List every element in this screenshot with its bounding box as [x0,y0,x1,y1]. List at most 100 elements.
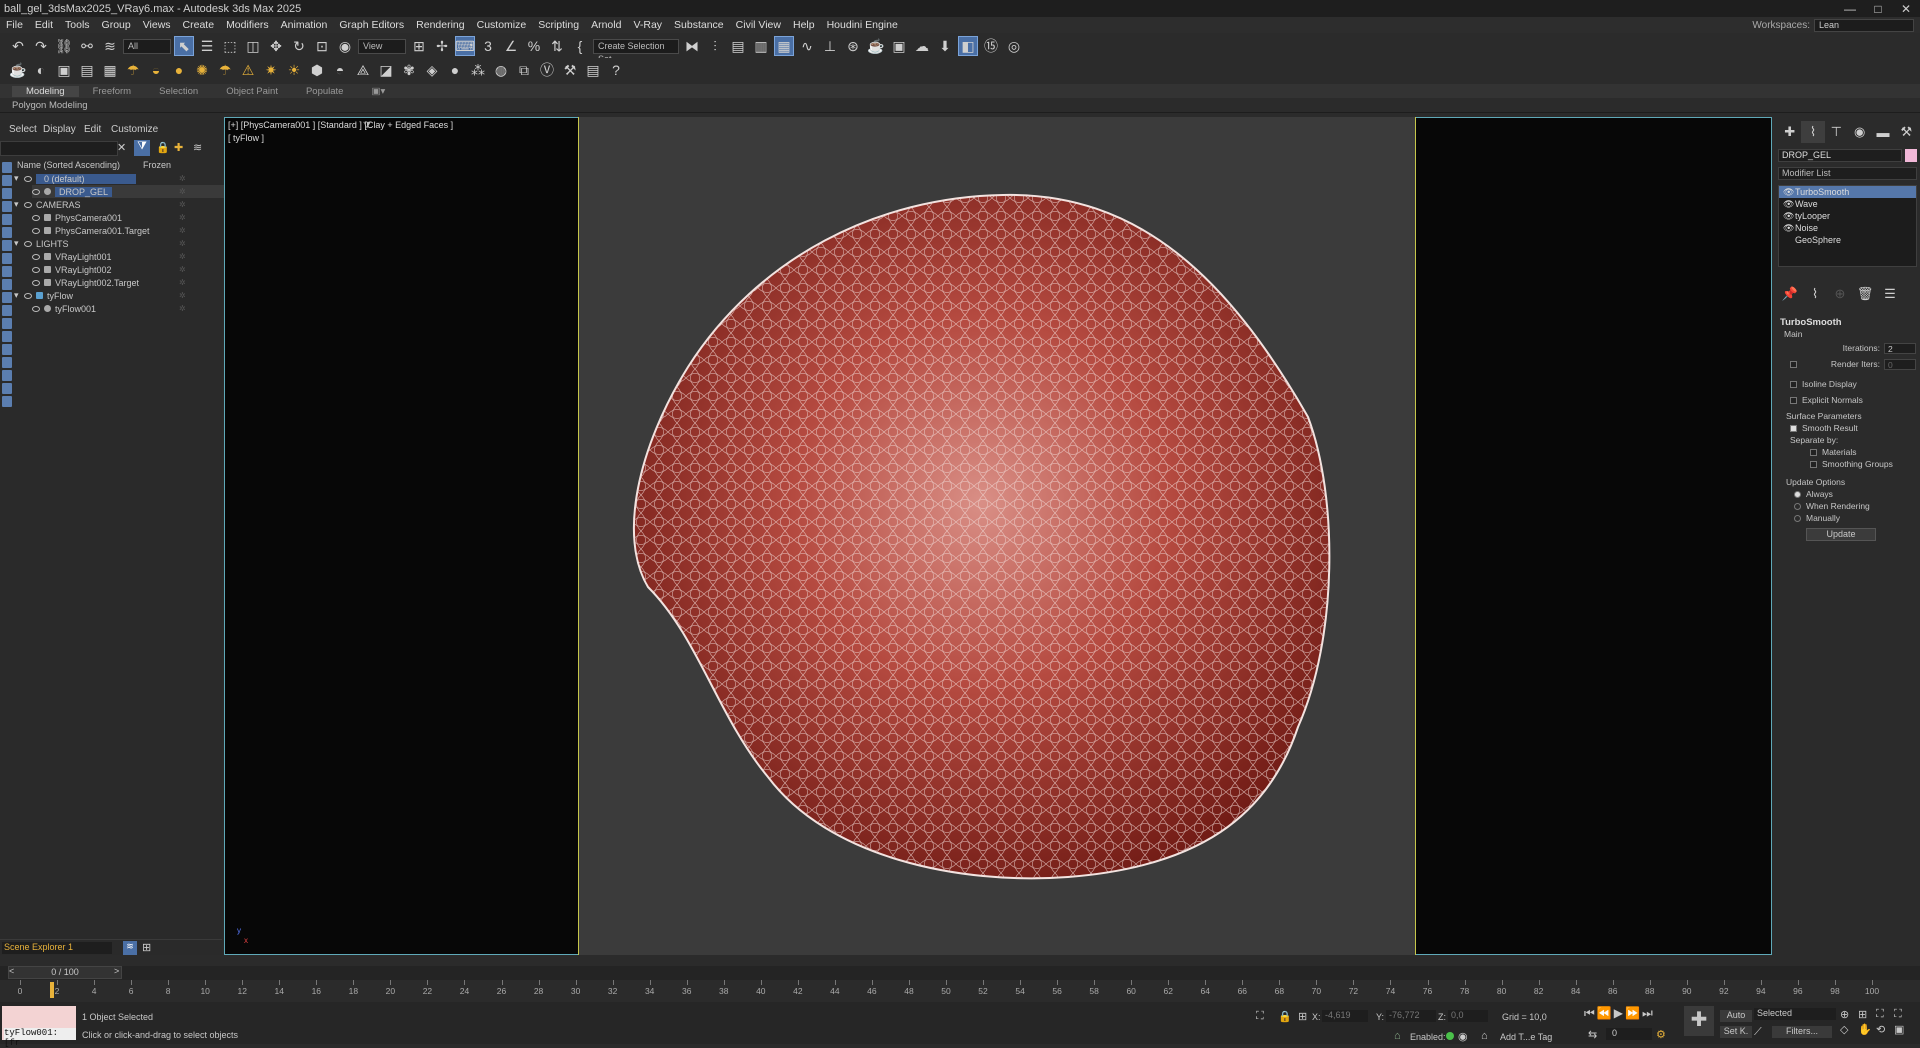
spinner-snap-icon[interactable]: ⇅ [547,36,567,56]
unlink-icon[interactable]: ⚯ [77,36,97,56]
display-tab-icon[interactable]: ▬ [1871,121,1894,143]
tool-icon[interactable]: ⚒ [560,60,580,80]
display-frozen-icon[interactable] [2,305,12,316]
help-icon[interactable]: ? [606,60,626,80]
tree-row-physcamera001-target[interactable]: PhysCamera001.Target [32,224,238,237]
display-lights-icon[interactable] [2,201,12,212]
stack-item-turbosmooth[interactable]: 👁 TurboSmooth [1779,186,1916,198]
default-tangent-icon[interactable]: ⟋ [1754,1026,1762,1039]
rendered-frame-window-icon[interactable]: ▣ [889,36,909,56]
sphere-tool-icon[interactable]: ◐ [31,60,51,80]
tree-row-physcamera001[interactable]: PhysCamera001 [32,211,238,224]
dome-light-icon[interactable]: ◒ [146,60,166,80]
cache-icon[interactable]: ⧉ [514,60,534,80]
stack-item-geosphere[interactable]: GeoSphere [1779,234,1916,246]
make-unique-icon[interactable]: ⊕ [1830,283,1850,305]
create-tab-icon[interactable]: ✚ [1778,121,1801,143]
menu-rendering[interactable]: Rendering [410,19,470,31]
particle-icon[interactable]: ◍ [491,60,511,80]
field-of-view-icon[interactable]: ◇ [1840,1023,1856,1036]
time-slider[interactable]: 0 / 100 [8,966,122,979]
display-containers-icon[interactable] [2,292,12,303]
menu-scripting[interactable]: Scripting [532,19,585,31]
menu-vray[interactable]: V-Ray [627,19,668,31]
mirror-icon[interactable]: ⧓ [682,36,702,56]
tree-row-tyflow001[interactable]: tyFlow001 [32,302,238,315]
drop-gel-mesh[interactable] [578,117,1416,955]
current-frame-field[interactable]: 0 [1606,1028,1652,1040]
window-crossing-icon[interactable]: ◫ [243,36,263,56]
stack-item-wave[interactable]: 👁 Wave [1779,198,1916,210]
tab-object-paint[interactable]: Object Paint [212,86,292,97]
motion-tab-icon[interactable]: ◉ [1848,121,1871,143]
render-setup-icon[interactable]: ☕ [866,36,886,56]
sphere-light-icon[interactable]: ✺ [192,60,212,80]
modify-tab-icon[interactable]: ⌇ [1801,121,1825,143]
play-icon[interactable]: ▶ [1614,1006,1623,1021]
ribbon-toggle-icon[interactable]: ▦ [774,36,794,56]
menu-substance[interactable]: Substance [668,19,730,31]
smooth-result-checkbox[interactable] [1790,424,1797,432]
x-coord-field[interactable]: -4,619 [1322,1010,1368,1022]
ribbon-options-icon[interactable]: ▣▾ [357,86,399,97]
edit-named-sets-icon[interactable]: { [570,36,590,56]
material-sphere-icon[interactable]: ● [445,60,465,80]
scene-tab-display[interactable]: Display [43,124,76,135]
scene-tab-customize[interactable]: Customize [111,124,158,135]
menu-help[interactable]: Help [787,19,821,31]
scale-icon[interactable]: ⊡ [312,36,332,56]
add-time-tag[interactable]: Add T...e Tag [1500,1032,1552,1042]
column-name-header[interactable]: Name (Sorted Ascending) [17,160,120,170]
tab-selection[interactable]: Selection [145,86,212,97]
material-editor-icon[interactable]: ⊛ [843,36,863,56]
layers-icon[interactable]: ≋ [193,141,202,154]
filter-icon[interactable]: ⧩ [134,140,150,156]
select-none-icon[interactable] [2,383,12,394]
zoom-icon[interactable]: ⊕ [1840,1008,1856,1021]
bind-space-warp-icon[interactable]: ≋ [100,36,120,56]
tree-row-layer-default[interactable]: ▾ 0 (default) [14,172,220,185]
display-spacewarps-icon[interactable] [2,240,12,251]
display-children-icon[interactable] [2,331,12,342]
display-dependents-icon[interactable] [2,357,12,368]
keyboard-shortcut-icon[interactable]: ⌨ [455,36,475,56]
manipulate-icon[interactable]: ✢ [432,36,452,56]
zoom-extents-all-icon[interactable]: ⛶ [1894,1008,1910,1021]
iterations-spinner[interactable]: 2 [1884,342,1916,354]
sort-by-layer-icon[interactable]: ≋ [123,941,137,955]
stack-item-tylooper[interactable]: 👁 tyLooper [1779,210,1916,222]
angle-snap-icon[interactable]: ∠ [501,36,521,56]
display-bones-icon[interactable] [2,279,12,290]
object-name-field[interactable]: DROP_GEL [1778,149,1902,162]
time-tag-icon[interactable]: ⌂ [1394,1030,1401,1042]
smoothing-groups-checkbox[interactable] [1810,460,1817,468]
render-iterative-icon[interactable]: ⑮ [981,36,1001,56]
link-icon[interactable]: ⛓ [54,36,74,56]
column-frozen-header[interactable]: Frozen [143,160,171,170]
set-key-icon[interactable]: ✚ [1684,1006,1714,1036]
scene-explorer-icon[interactable]: ▥ [751,36,771,56]
menu-graph-editors[interactable]: Graph Editors [333,19,410,31]
render-icon[interactable]: ⬇ [935,36,955,56]
menu-customize[interactable]: Customize [471,19,533,31]
display-influences-icon[interactable] [2,344,12,355]
visibility-eye-icon[interactable] [32,188,40,195]
workspaces-dropdown[interactable]: Lean [1814,18,1914,32]
redo-icon[interactable]: ↷ [31,36,51,56]
update-button[interactable]: Update [1806,528,1876,541]
spot-light-icon[interactable]: ☂ [215,60,235,80]
display-groups-icon[interactable] [2,253,12,264]
new-layer-icon[interactable]: ✚ [174,141,183,154]
visibility-eye-icon[interactable] [32,279,40,286]
time-slider-prev-icon[interactable]: < [9,966,14,976]
menu-edit[interactable]: Edit [29,19,59,31]
menu-file[interactable]: File [0,19,29,31]
go-to-start-icon[interactable]: ⏮ [1584,1006,1595,1021]
display-hidden-icon[interactable] [2,318,12,329]
y-coord-field[interactable]: -76,772 [1386,1010,1436,1022]
vray-logo-icon[interactable]: Ⓥ [537,60,557,80]
menu-tools[interactable]: Tools [59,19,96,31]
time-config-icon[interactable]: ⚙ [1656,1028,1666,1041]
tab-freeform[interactable]: Freeform [79,86,146,97]
tab-populate[interactable]: Populate [292,86,358,97]
